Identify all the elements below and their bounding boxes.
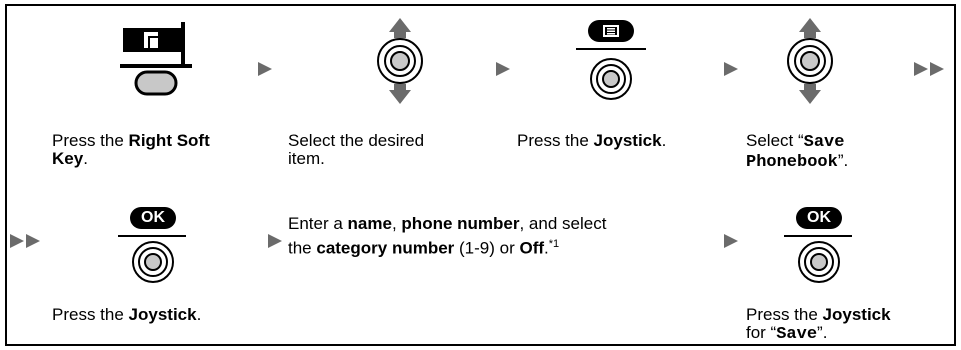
divider-line (784, 235, 852, 237)
ok-button-icon: OK (796, 207, 842, 229)
joystick-press-icon (132, 241, 174, 283)
ok-button-icon: OK (130, 207, 176, 229)
menu-joystick-icon (576, 20, 646, 100)
step-right-soft-key-text: Press the Right Soft Key. (52, 131, 210, 168)
joystick-up-down-icon (377, 18, 423, 104)
joystick-up-down-icon (787, 18, 833, 104)
divider-line (118, 235, 186, 237)
step-press-joystick-text: Press the Joystick. (52, 305, 202, 324)
arrow-right-icon (258, 62, 272, 76)
double-arrow-right-icon (914, 62, 946, 76)
step-select-item-text: Select the desired item. (288, 131, 425, 168)
right-soft-key-icon (120, 22, 192, 96)
step-select-save-phonebook-text: Select “Save Phonebook”. (746, 131, 849, 172)
step-press-joystick-text: Press the Joystick. (517, 131, 667, 150)
step-enter-details-text: Enter a name, phone number, and select t… (288, 214, 607, 258)
joystick-press-icon (798, 241, 840, 283)
arrow-right-icon (724, 62, 738, 76)
step-press-joystick-save-text: Press the Joystick for “Save”. (746, 305, 891, 344)
double-arrow-right-icon (10, 234, 42, 248)
arrow-right-icon (496, 62, 510, 76)
arrow-right-icon (268, 234, 282, 248)
arrow-right-icon (724, 234, 738, 248)
